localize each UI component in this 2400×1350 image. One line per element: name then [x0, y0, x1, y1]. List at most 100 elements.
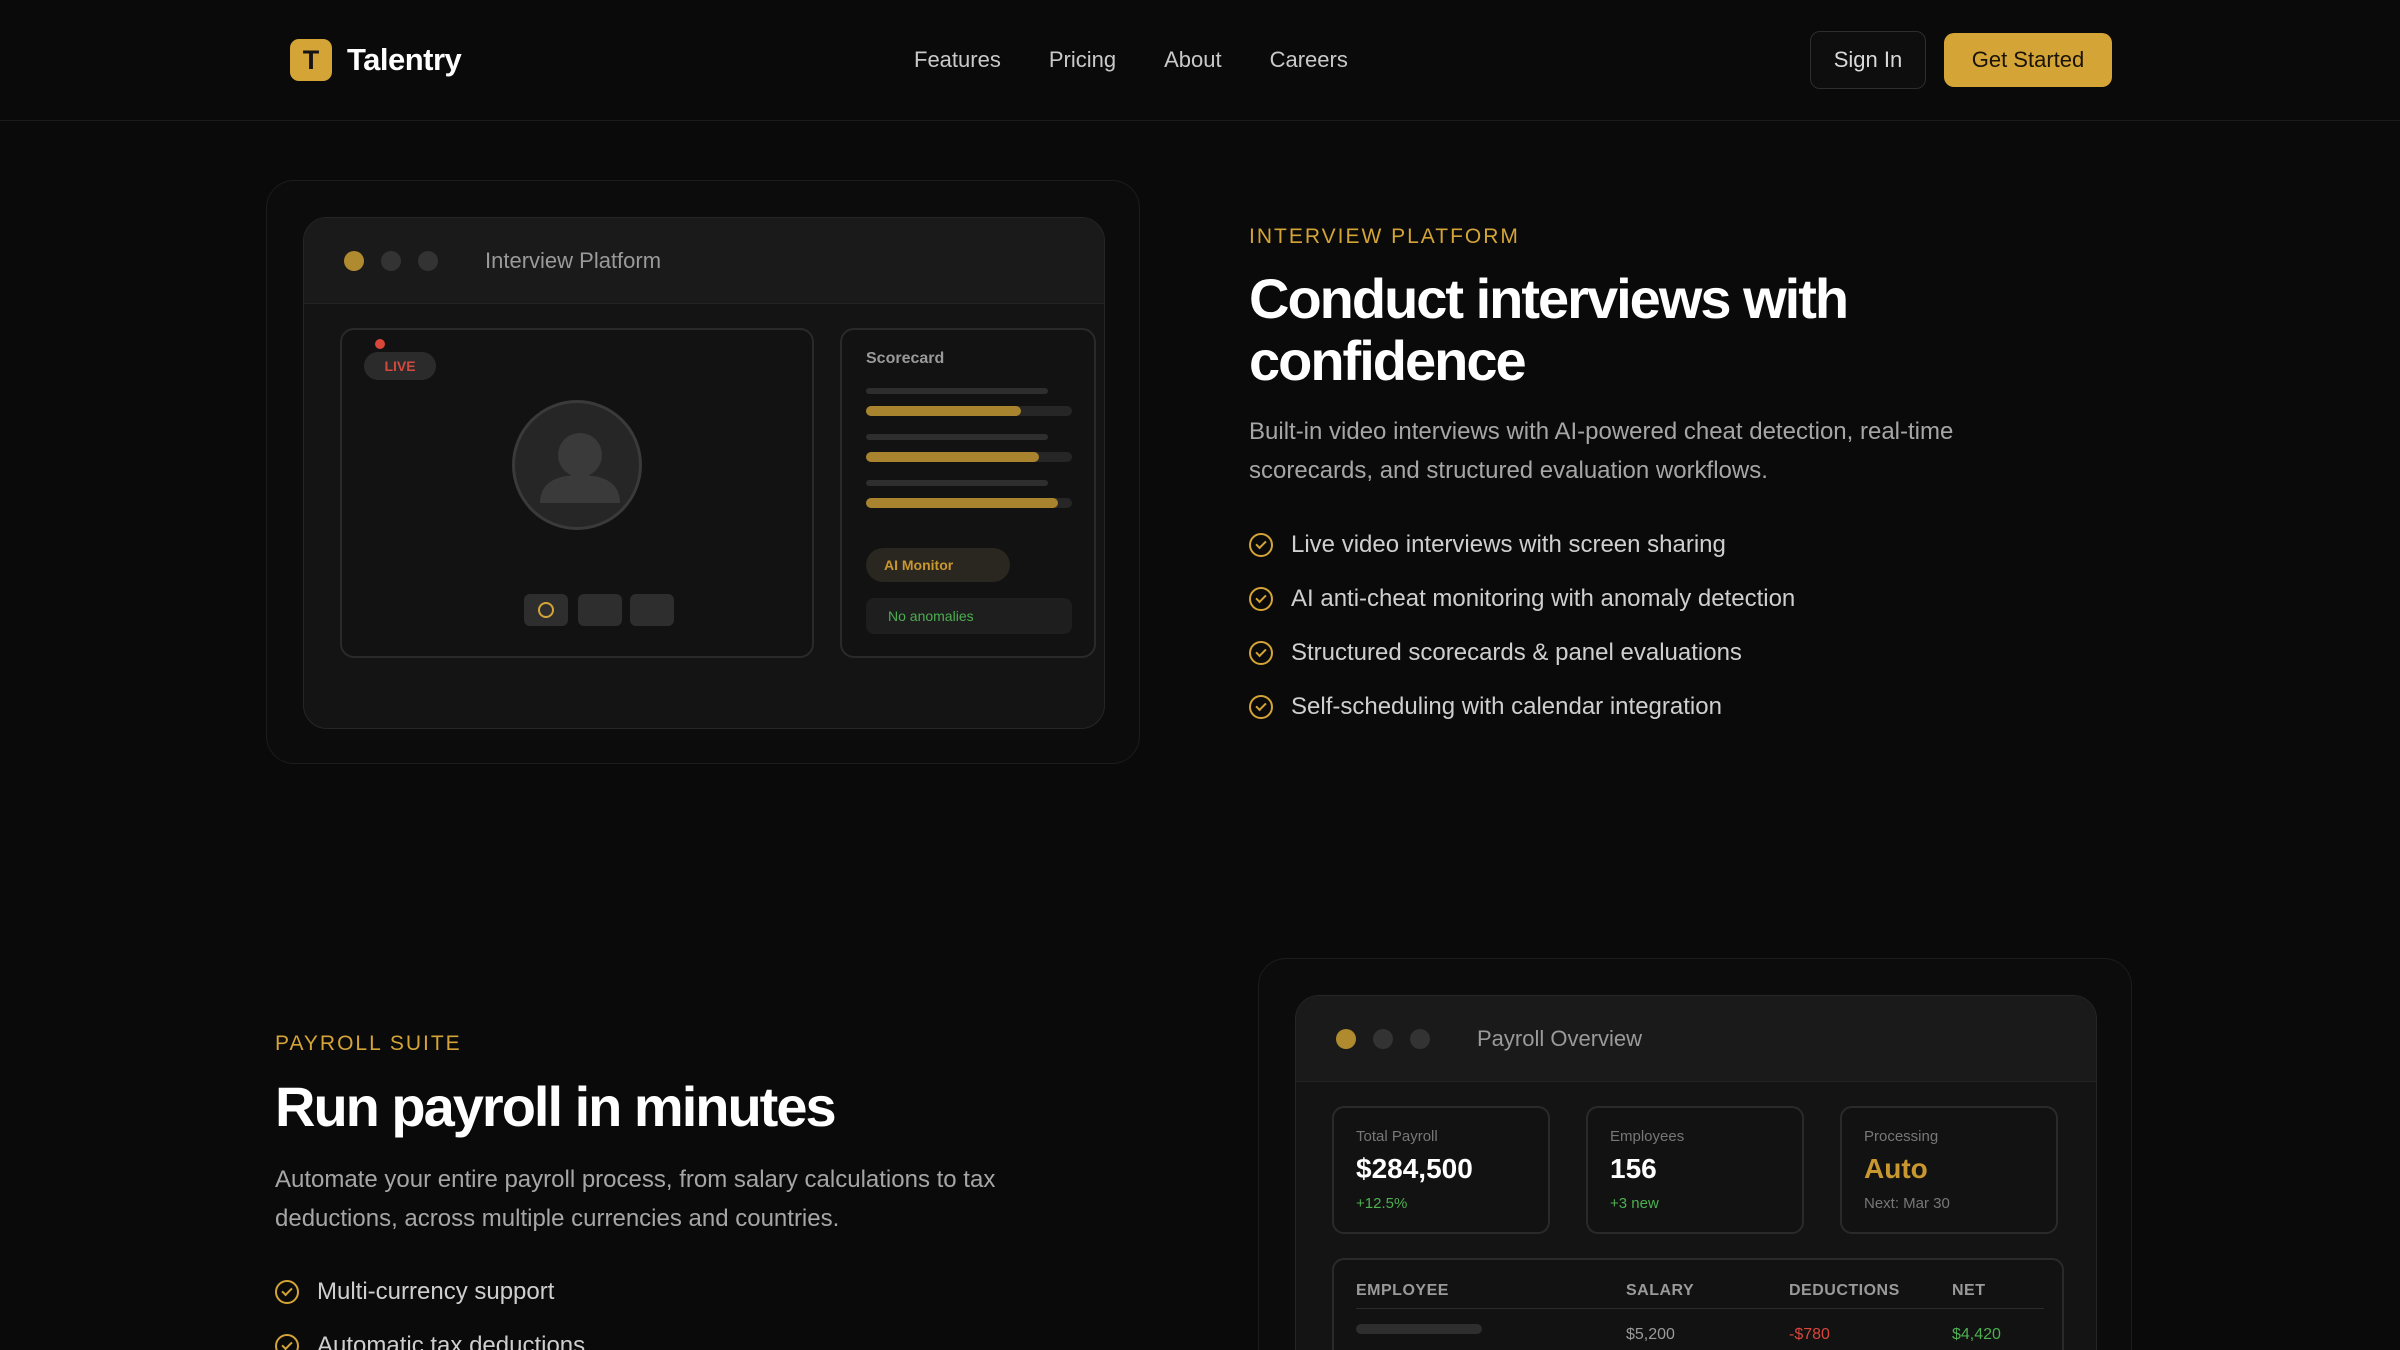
- feature-item: Automatic tax deductions: [275, 1319, 585, 1350]
- scorecard-bar-fill: [866, 452, 1040, 462]
- scorecard-bar: [866, 498, 1072, 508]
- window-dot-icon: [1373, 1028, 1393, 1049]
- column-header-employee: EMPLOYEE: [1356, 1282, 1449, 1299]
- scorecard-bar: [866, 406, 1072, 416]
- check-circle-icon: [275, 1334, 299, 1350]
- scorecard-panel: Scorecard AI Monitor No anomalies: [840, 328, 1096, 658]
- scorecard-bar: [866, 452, 1072, 462]
- stat-card-employees: Employees 156 +3 new: [1586, 1106, 1804, 1234]
- camera-toggle-button[interactable]: [578, 594, 622, 626]
- feature-item: Live video interviews with screen sharin…: [1249, 518, 1795, 572]
- feature-text: Automatic tax deductions: [317, 1332, 586, 1350]
- payroll-feature-list: Multi-currency support Automatic tax ded…: [275, 1265, 585, 1350]
- salary-cell: $5,200: [1626, 1326, 1675, 1343]
- window-title: Interview Platform: [485, 247, 662, 273]
- check-circle-icon: [1249, 641, 1273, 665]
- feature-item: Self-scheduling with calendar integratio…: [1249, 680, 1795, 734]
- interview-title: Conduct interviews with confidence: [1249, 267, 1849, 392]
- feature-text: AI anti-cheat monitoring with anomaly de…: [1291, 585, 1796, 612]
- interview-eyebrow: INTERVIEW PLATFORM: [1249, 225, 1520, 248]
- interview-description-line: Built-in video interviews with AI-powere…: [1249, 418, 1954, 445]
- window-title: Payroll Overview: [1477, 1025, 1643, 1051]
- person-icon: [540, 433, 620, 503]
- employee-name-placeholder: [1356, 1324, 1482, 1334]
- get-started-button[interactable]: Get Started: [1944, 33, 2112, 87]
- nav-links: Features Pricing About Careers: [914, 47, 1396, 73]
- scorecard-line: [866, 434, 1048, 440]
- nav-link-careers[interactable]: Careers: [1270, 47, 1348, 73]
- deductions-cell: -$780: [1789, 1326, 1830, 1343]
- feature-text: Multi-currency support: [317, 1278, 555, 1305]
- feature-item: Structured scorecards & panel evaluation…: [1249, 626, 1795, 680]
- table-header-divider: [1356, 1308, 2044, 1309]
- ai-monitor-badge: AI Monitor: [866, 548, 1010, 582]
- net-cell: $4,420: [1952, 1326, 2001, 1343]
- payroll-description-line: Automate your entire payroll process, fr…: [275, 1166, 996, 1193]
- payroll-title: Run payroll in minutes: [275, 1075, 837, 1138]
- check-circle-icon: [1249, 533, 1273, 557]
- column-header-net: NET: [1952, 1282, 1986, 1299]
- stat-change: +12.5%: [1356, 1195, 1408, 1212]
- record-icon: [538, 602, 554, 618]
- live-indicator-dot: [375, 339, 385, 349]
- window-dot-icon: [381, 250, 401, 271]
- sign-in-button[interactable]: Sign In: [1810, 31, 1926, 89]
- interview-window: Interview Platform LIVE Scorecard AI Mon…: [303, 217, 1105, 729]
- payroll-window: Payroll Overview Total Payroll $284,500 …: [1295, 995, 2097, 1350]
- feature-text: Live video interviews with screen sharin…: [1291, 531, 1726, 558]
- check-circle-icon: [1249, 587, 1273, 611]
- check-circle-icon: [275, 1280, 299, 1304]
- interview-description: Built-in video interviews with AI-powere…: [1249, 412, 1953, 490]
- column-header-deductions: DEDUCTIONS: [1789, 1282, 1900, 1299]
- window-titlebar: Interview Platform: [304, 218, 1104, 304]
- scorecard-title: Scorecard: [866, 350, 945, 367]
- scorecard-bar-fill: [866, 498, 1058, 508]
- nav-link-pricing[interactable]: Pricing: [1049, 47, 1116, 73]
- window-dot-icon: [1336, 1028, 1356, 1049]
- interview-title-line: confidence: [1249, 329, 1527, 392]
- live-badge: LIVE: [364, 352, 436, 380]
- stat-value: 156: [1610, 1153, 1657, 1184]
- anomaly-status: No anomalies: [866, 598, 1072, 634]
- nav-link-about[interactable]: About: [1164, 47, 1222, 73]
- interview-mockup-frame: Interview Platform LIVE Scorecard AI Mon…: [266, 180, 1140, 764]
- candidate-avatar: [512, 400, 642, 530]
- stat-value: $284,500: [1356, 1153, 1473, 1184]
- interview-feature-list: Live video interviews with screen sharin…: [1249, 518, 1795, 734]
- payroll-description: Automate your entire payroll process, fr…: [275, 1160, 995, 1238]
- feature-text: Self-scheduling with calendar integratio…: [1291, 693, 1722, 720]
- payroll-mockup-frame: Payroll Overview Total Payroll $284,500 …: [1258, 958, 2132, 1350]
- column-header-salary: SALARY: [1626, 1282, 1695, 1299]
- video-panel: LIVE: [340, 328, 814, 658]
- stat-label: Total Payroll: [1356, 1128, 1438, 1145]
- window-dot-icon: [418, 250, 438, 271]
- stat-card-total-payroll: Total Payroll $284,500 +12.5%: [1332, 1106, 1550, 1234]
- check-circle-icon: [1249, 695, 1273, 719]
- scorecard-bar-fill: [866, 406, 1021, 416]
- feature-item: AI anti-cheat monitoring with anomaly de…: [1249, 572, 1795, 626]
- mic-toggle-button[interactable]: [630, 594, 674, 626]
- stat-change: +3 new: [1610, 1195, 1659, 1212]
- stat-next-date: Next: Mar 30: [1864, 1195, 1950, 1212]
- stat-label: Employees: [1610, 1128, 1685, 1145]
- stat-value: Auto: [1864, 1153, 1928, 1184]
- stat-card-processing: Processing Auto Next: Mar 30: [1840, 1106, 2058, 1234]
- logo-icon: T: [290, 39, 332, 81]
- feature-item: Multi-currency support: [275, 1265, 585, 1319]
- stat-label: Processing: [1864, 1128, 1939, 1145]
- feature-text: Structured scorecards & panel evaluation…: [1291, 639, 1742, 666]
- window-dot-icon: [1410, 1028, 1430, 1049]
- nav-link-features[interactable]: Features: [914, 47, 1001, 73]
- payroll-table: EMPLOYEE SALARY DEDUCTIONS NET $5,200 -$…: [1332, 1258, 2064, 1350]
- brand-name: Talentry: [347, 42, 462, 77]
- window-dot-icon: [344, 250, 364, 271]
- scorecard-line: [866, 388, 1048, 394]
- brand[interactable]: T Talentry: [290, 39, 462, 81]
- interview-description-line: scorecards, and structured evaluation wo…: [1249, 457, 1768, 484]
- window-titlebar: Payroll Overview: [1296, 996, 2096, 1082]
- interview-title-line: Conduct interviews with: [1249, 267, 1849, 330]
- record-button[interactable]: [524, 594, 568, 626]
- payroll-description-line: deductions, across multiple currencies a…: [275, 1205, 840, 1232]
- payroll-eyebrow: PAYROLL SUITE: [275, 1032, 462, 1055]
- scorecard-line: [866, 480, 1048, 486]
